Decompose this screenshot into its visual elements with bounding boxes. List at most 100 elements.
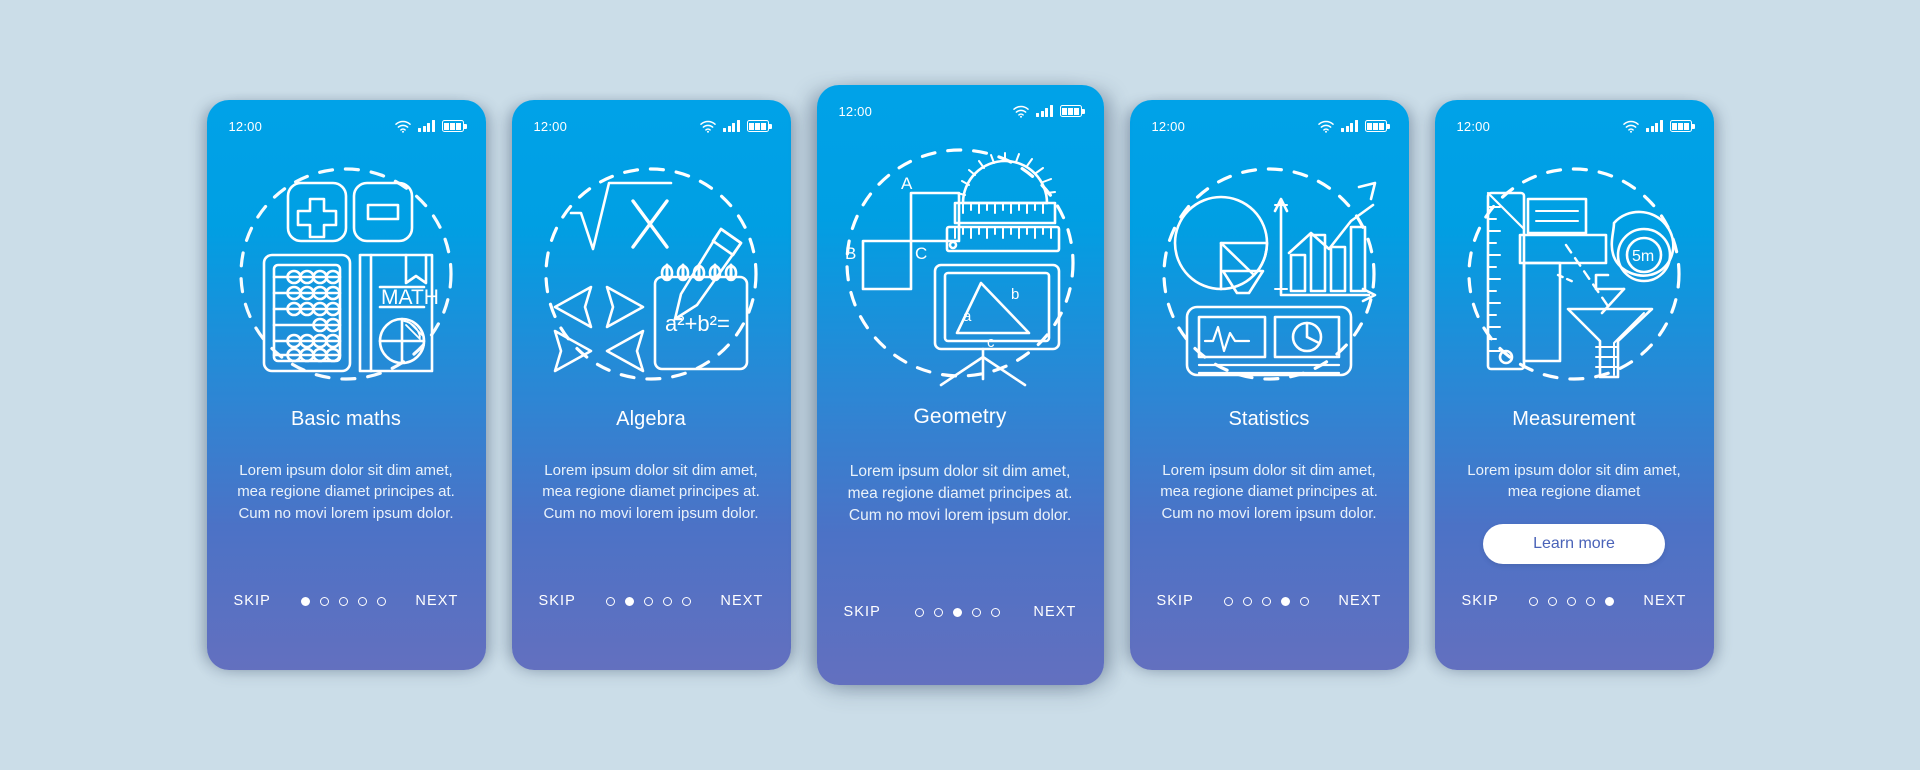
pagination-dot-3[interactable] <box>643 596 653 606</box>
battery-icon <box>746 120 772 132</box>
label-b: B <box>845 244 856 263</box>
pagination-dot-5[interactable] <box>681 596 691 606</box>
page-description: Lorem ipsum dolor sit dim amet, mea regi… <box>542 462 760 522</box>
cellular-signal-icon <box>1036 105 1053 117</box>
pagination-dot-1[interactable] <box>1528 596 1538 606</box>
wifi-icon <box>1623 120 1639 133</box>
pagination-dot-4[interactable] <box>662 596 672 606</box>
page-title: Statistics <box>1228 408 1310 430</box>
next-button[interactable]: NEXT <box>415 593 458 609</box>
pagination-dot-5[interactable] <box>376 596 386 606</box>
pagination-dot-2[interactable] <box>1547 596 1557 606</box>
pagination-dot-5[interactable] <box>990 607 1000 617</box>
book-title-text: MATH <box>381 286 439 309</box>
pagination-dot-4[interactable] <box>357 596 367 606</box>
status-bar-clock: 12:00 <box>838 103 873 119</box>
skip-button[interactable]: SKIP <box>1462 593 1499 609</box>
pagination-dot-3[interactable] <box>1566 596 1576 606</box>
pagination-dot-4[interactable] <box>1280 596 1290 606</box>
status-bar-icons <box>1013 105 1085 118</box>
label-a-small: a <box>963 308 972 325</box>
status-bar: 12:00 <box>1435 116 1714 136</box>
page-description: Lorem ipsum dolor sit dim amet, mea regi… <box>1467 462 1681 501</box>
illustration-measurement-tools: 5m <box>1435 152 1714 397</box>
onboarding-screen-basic-maths: 12:00 MATH Basic maths Lorem ipsum dolor… <box>206 100 486 670</box>
page-title: Basic maths <box>290 408 402 430</box>
page-description: Lorem ipsum dolor sit dim amet, mea regi… <box>847 463 1073 524</box>
next-button[interactable]: NEXT <box>1033 604 1076 620</box>
learn-more-button[interactable]: Learn more <box>1483 524 1665 564</box>
pagination-dot-1[interactable] <box>300 596 310 606</box>
status-bar-clock: 12:00 <box>1151 118 1186 134</box>
wifi-icon <box>1318 120 1334 133</box>
label-c-small: c <box>987 334 995 351</box>
battery-icon <box>441 120 467 132</box>
onboarding-screens-set: 12:00 MATH Basic maths Lorem ipsum dolor… <box>0 0 1920 770</box>
status-bar: 12:00 <box>817 101 1104 121</box>
pagination-dot-2[interactable] <box>933 607 943 617</box>
wifi-icon <box>700 120 716 133</box>
pagination-dot-1[interactable] <box>605 596 615 606</box>
onboarding-navigation: SKIP NEXT <box>207 590 486 612</box>
status-bar-clock: 12:00 <box>228 118 263 134</box>
next-button[interactable]: NEXT <box>1643 593 1686 609</box>
pagination-dot-1[interactable] <box>1223 596 1233 606</box>
illustration-geometry-tools: A B C a b c <box>817 137 1104 393</box>
status-bar-icons <box>1623 120 1695 133</box>
status-bar-clock: 12:00 <box>1456 118 1491 134</box>
next-button[interactable]: NEXT <box>1338 593 1381 609</box>
pagination-dots <box>1528 596 1614 606</box>
onboarding-navigation: SKIP NEXT <box>512 590 791 612</box>
status-bar-clock: 12:00 <box>533 118 568 134</box>
skip-button[interactable]: SKIP <box>1157 593 1194 609</box>
next-button[interactable]: NEXT <box>720 593 763 609</box>
illustration-abacus-book: MATH <box>207 152 486 397</box>
battery-icon <box>1669 120 1695 132</box>
page-title: Algebra <box>616 408 686 430</box>
pagination-dot-4[interactable] <box>1585 596 1595 606</box>
onboarding-navigation: SKIP NEXT <box>1130 590 1409 612</box>
pagination-dot-3[interactable] <box>952 607 962 617</box>
status-bar: 12:00 <box>1130 116 1409 136</box>
cellular-signal-icon <box>1341 120 1358 132</box>
status-bar: 12:00 <box>207 116 486 136</box>
onboarding-screen-geometry: 12:00 A B C a b c Geometry Lorem ipsum d… <box>816 85 1104 685</box>
battery-icon <box>1059 105 1085 117</box>
cellular-signal-icon <box>723 120 740 132</box>
cellular-signal-icon <box>418 120 435 132</box>
pagination-dot-3[interactable] <box>1261 596 1271 606</box>
pagination-dots <box>1223 596 1309 606</box>
onboarding-navigation: SKIP NEXT <box>817 601 1104 623</box>
cellular-signal-icon <box>1646 120 1663 132</box>
onboarding-navigation: SKIP NEXT <box>1435 590 1714 612</box>
skip-button[interactable]: SKIP <box>844 604 881 620</box>
page-description: Lorem ipsum dolor sit dim amet, mea regi… <box>1160 462 1378 522</box>
status-bar: 12:00 <box>512 116 791 136</box>
pagination-dot-2[interactable] <box>319 596 329 606</box>
status-bar-icons <box>1318 120 1390 133</box>
pagination-dot-1[interactable] <box>914 607 924 617</box>
onboarding-screen-algebra: 12:00 a²+b²= Algebra Lorem ipsum dolor s… <box>511 100 791 670</box>
pagination-dots <box>300 596 386 606</box>
onboarding-screen-statistics: 12:00 Statistics Lorem ipsum dolor sit d… <box>1129 100 1409 670</box>
status-bar-icons <box>395 120 467 133</box>
pagination-dots <box>914 607 1000 617</box>
wifi-icon <box>1013 105 1029 118</box>
pagination-dot-2[interactable] <box>624 596 634 606</box>
label-c: C <box>915 244 927 263</box>
onboarding-screen-measurement: 12:00 5m Measurement Lorem ipsum dolor s… <box>1434 100 1714 670</box>
pagination-dot-3[interactable] <box>338 596 348 606</box>
page-description: Lorem ipsum dolor sit dim amet, mea regi… <box>237 462 455 522</box>
tape-measure-value: 5m <box>1632 248 1654 265</box>
skip-button[interactable]: SKIP <box>234 593 271 609</box>
pagination-dot-5[interactable] <box>1299 596 1309 606</box>
illustration-algebra-notepad: a²+b²= <box>512 152 791 397</box>
illustration-statistics-charts <box>1130 152 1409 397</box>
label-b-small: b <box>1011 286 1019 303</box>
pagination-dot-2[interactable] <box>1242 596 1252 606</box>
battery-icon <box>1364 120 1390 132</box>
pagination-dot-4[interactable] <box>971 607 981 617</box>
skip-button[interactable]: SKIP <box>539 593 576 609</box>
pagination-dot-5[interactable] <box>1604 596 1614 606</box>
pagination-dots <box>605 596 691 606</box>
